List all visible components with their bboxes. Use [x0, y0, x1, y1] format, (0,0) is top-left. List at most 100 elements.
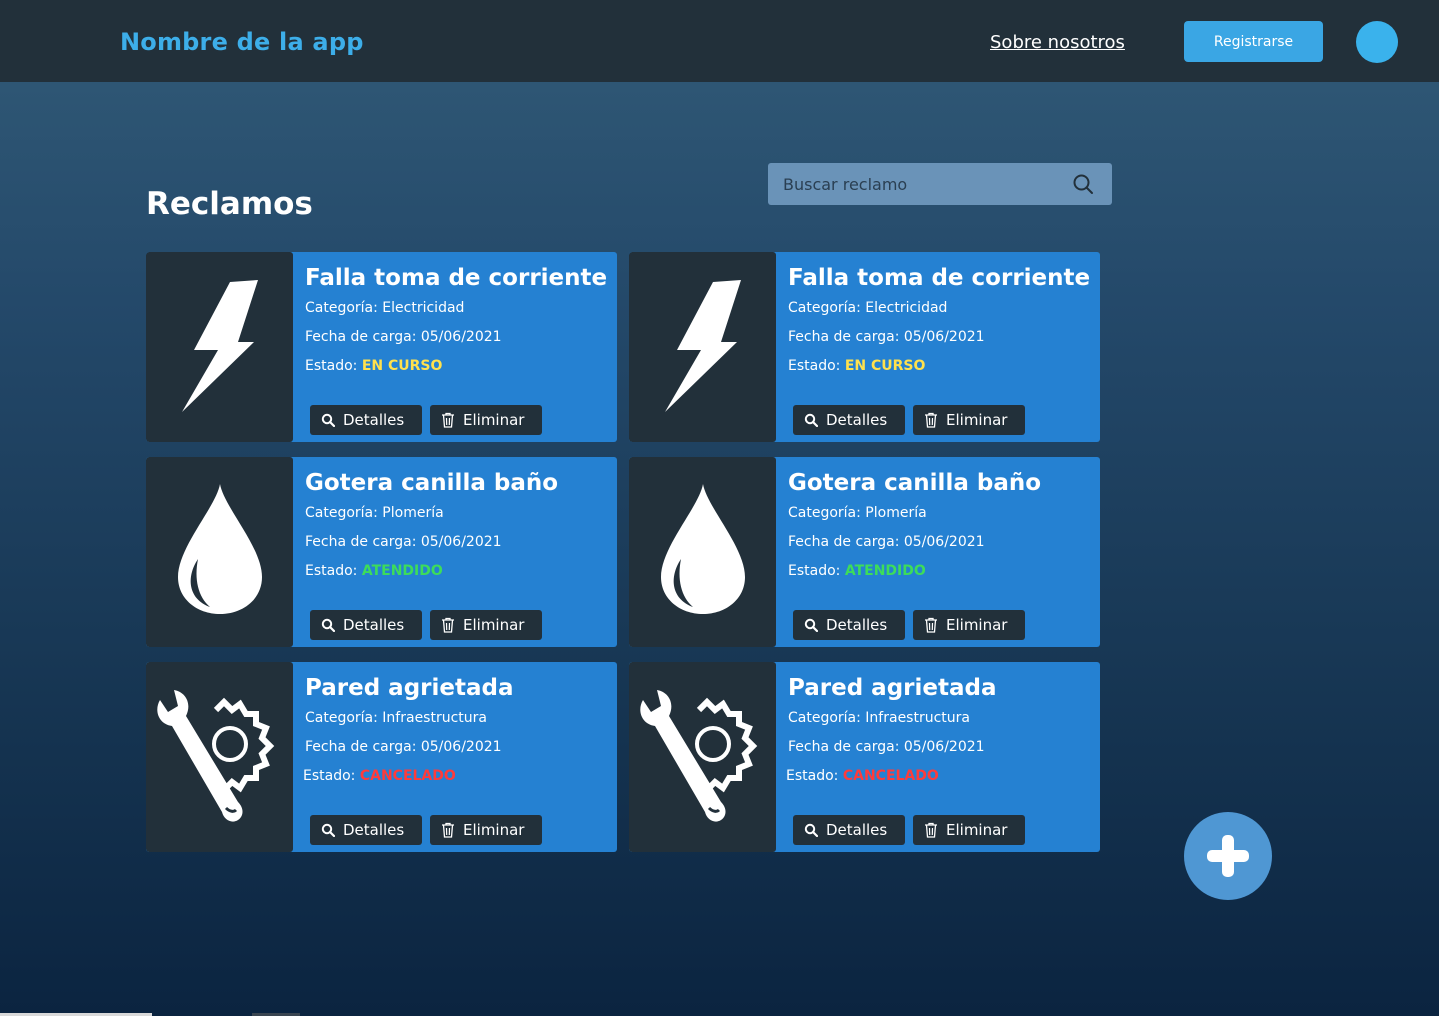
- delete-label: Eliminar: [463, 821, 525, 839]
- card-status: Estado: CANCELADO: [303, 768, 456, 784]
- app-name[interactable]: Nombre de la app: [120, 28, 364, 56]
- status-badge: CANCELADO: [842, 768, 939, 784]
- delete-label: Eliminar: [463, 411, 525, 429]
- card-date: Fecha de carga: 05/06/2021: [788, 534, 985, 550]
- card-image: [146, 662, 293, 852]
- details-label: Detalles: [343, 411, 405, 429]
- water-drop-icon: [178, 484, 262, 614]
- search-input[interactable]: [768, 163, 1068, 205]
- trash-icon: [925, 617, 937, 633]
- search-icon: [804, 823, 818, 837]
- claim-card: Pared agrietada Categoría: Infraestructu…: [629, 662, 1100, 852]
- search-icon: [321, 618, 335, 632]
- wrench-gear-icon: [157, 690, 275, 822]
- lightning-icon: [182, 280, 258, 412]
- card-category: Categoría: Plomería: [305, 505, 444, 521]
- trash-icon: [442, 822, 454, 838]
- card-category: Categoría: Electricidad: [788, 300, 948, 316]
- search-icon: [804, 413, 818, 427]
- card-title: Pared agrietada: [788, 675, 997, 701]
- card-title: Gotera canilla baño: [788, 470, 1042, 496]
- card-title: Falla toma de corriente: [305, 265, 608, 291]
- claim-card: Gotera canilla baño Categoría: Plomería …: [629, 457, 1100, 647]
- card-status: Estado: EN CURSO: [788, 358, 925, 374]
- card-title: Gotera canilla baño: [305, 470, 559, 496]
- card-status: Estado: CANCELADO: [786, 768, 939, 784]
- search-icon[interactable]: [1072, 173, 1094, 195]
- claim-card: Gotera canilla baño Categoría: Plomería …: [146, 457, 617, 647]
- delete-button[interactable]: Eliminar: [430, 815, 542, 845]
- delete-label: Eliminar: [946, 616, 1008, 634]
- details-button[interactable]: Detalles: [793, 610, 905, 640]
- delete-button[interactable]: Eliminar: [430, 610, 542, 640]
- water-drop-icon: [661, 484, 745, 614]
- lightning-icon: [665, 280, 741, 412]
- delete-label: Eliminar: [946, 821, 1008, 839]
- card-date: Fecha de carga: 05/06/2021: [305, 534, 502, 550]
- delete-button[interactable]: Eliminar: [913, 610, 1025, 640]
- page-title: Reclamos: [146, 186, 313, 222]
- card-image: [146, 252, 293, 442]
- trash-icon: [925, 822, 937, 838]
- details-label: Detalles: [343, 821, 405, 839]
- details-button[interactable]: Detalles: [310, 610, 422, 640]
- details-button[interactable]: Detalles: [310, 405, 422, 435]
- card-date: Fecha de carga: 05/06/2021: [788, 739, 985, 755]
- about-link[interactable]: Sobre nosotros: [990, 32, 1125, 53]
- wrench-gear-icon: [640, 690, 758, 822]
- status-label: Estado:: [788, 358, 841, 374]
- search-icon: [804, 618, 818, 632]
- card-date: Fecha de carga: 05/06/2021: [305, 329, 502, 345]
- trash-icon: [442, 617, 454, 633]
- plus-icon: [1207, 835, 1249, 877]
- delete-label: Eliminar: [463, 616, 525, 634]
- status-badge: EN CURSO: [844, 358, 926, 374]
- avatar[interactable]: [1356, 21, 1398, 63]
- status-label: Estado:: [305, 563, 358, 579]
- card-category: Categoría: Infraestructura: [788, 710, 970, 726]
- card-date: Fecha de carga: 05/06/2021: [788, 329, 985, 345]
- card-title: Pared agrietada: [305, 675, 514, 701]
- details-button[interactable]: Detalles: [793, 815, 905, 845]
- delete-button[interactable]: Eliminar: [913, 405, 1025, 435]
- status-label: Estado:: [303, 768, 356, 784]
- delete-button[interactable]: Eliminar: [430, 405, 542, 435]
- card-category: Categoría: Infraestructura: [305, 710, 487, 726]
- details-label: Detalles: [826, 616, 888, 634]
- card-date: Fecha de carga: 05/06/2021: [305, 739, 502, 755]
- details-label: Detalles: [826, 411, 888, 429]
- claim-card: Pared agrietada Categoría: Infraestructu…: [146, 662, 617, 852]
- navbar: Nombre de la app Sobre nosotros Registra…: [0, 0, 1439, 82]
- details-label: Detalles: [343, 616, 405, 634]
- details-label: Detalles: [826, 821, 888, 839]
- status-badge: EN CURSO: [361, 358, 443, 374]
- register-button[interactable]: Registrarse: [1184, 21, 1323, 62]
- card-status: Estado: ATENDIDO: [788, 563, 926, 579]
- details-button[interactable]: Detalles: [310, 815, 422, 845]
- card-title: Falla toma de corriente: [788, 265, 1091, 291]
- status-badge: ATENDIDO: [844, 563, 926, 579]
- card-status: Estado: ATENDIDO: [305, 563, 443, 579]
- add-claim-button[interactable]: [1184, 812, 1272, 900]
- search-box[interactable]: [768, 163, 1112, 205]
- claim-card: Falla toma de corriente Categoría: Elect…: [146, 252, 617, 442]
- card-image: [629, 457, 776, 647]
- card-status: Estado: EN CURSO: [305, 358, 442, 374]
- search-icon: [321, 413, 335, 427]
- details-button[interactable]: Detalles: [793, 405, 905, 435]
- card-image: [146, 457, 293, 647]
- delete-button[interactable]: Eliminar: [913, 815, 1025, 845]
- status-label: Estado:: [305, 358, 358, 374]
- card-category: Categoría: Plomería: [788, 505, 927, 521]
- status-badge: ATENDIDO: [361, 563, 443, 579]
- status-label: Estado:: [786, 768, 839, 784]
- trash-icon: [442, 412, 454, 428]
- trash-icon: [925, 412, 937, 428]
- delete-label: Eliminar: [946, 411, 1008, 429]
- status-badge: CANCELADO: [359, 768, 456, 784]
- card-image: [629, 252, 776, 442]
- card-category: Categoría: Electricidad: [305, 300, 465, 316]
- claim-card: Falla toma de corriente Categoría: Elect…: [629, 252, 1100, 442]
- card-image: [629, 662, 776, 852]
- search-icon: [321, 823, 335, 837]
